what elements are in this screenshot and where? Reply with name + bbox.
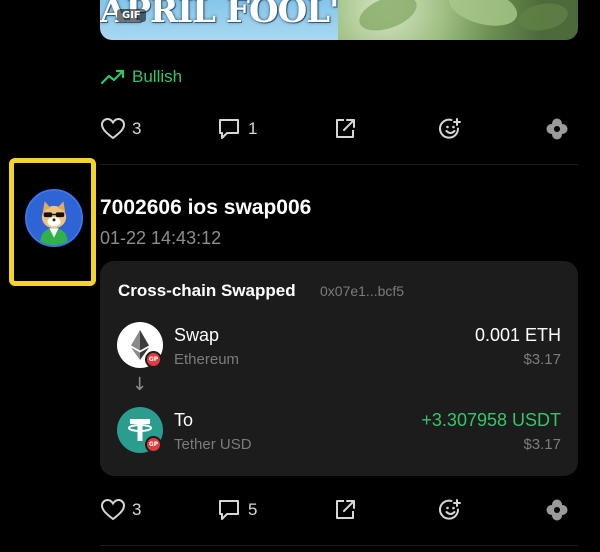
post-actions: 3 5: [100, 494, 578, 526]
clover-icon: [546, 118, 568, 140]
share-icon: [336, 500, 355, 519]
chain-badge-icon: GP: [145, 436, 162, 453]
swap-from-usd: $3.17: [523, 351, 561, 368]
gif-badge: GIF: [117, 9, 146, 22]
add-reaction-button[interactable]: [438, 497, 464, 523]
emoji-add-icon: [439, 499, 461, 520]
swap-card[interactable]: Cross-chain Swapped 0x07e1...bcf5 GP Swa…: [100, 261, 578, 476]
tip-button[interactable]: [544, 116, 570, 142]
like-button[interactable]: 3: [100, 116, 141, 142]
swap-from-amount: 0.001 ETH: [474, 325, 561, 345]
gif-right-panel: [338, 0, 578, 40]
shiba-avatar-icon: [27, 191, 81, 245]
comment-count: 5: [248, 500, 258, 519]
sentiment-label: Bullish: [132, 67, 183, 86]
share-button[interactable]: [332, 497, 358, 523]
post-media-gif[interactable]: APRIL FOOL'S DA GIF: [100, 0, 578, 40]
share-icon: [336, 119, 355, 138]
comment-button[interactable]: 5: [216, 497, 257, 523]
heart-icon: [100, 498, 126, 521]
swap-to-usd: $3.17: [523, 436, 561, 453]
like-count: 3: [132, 500, 142, 519]
gif-left-panel: APRIL FOOL'S DA GIF: [100, 0, 428, 40]
chain-badge-icon: GP: [145, 351, 162, 368]
transaction-hash[interactable]: 0x07e1...bcf5: [320, 283, 404, 299]
sentiment-tag: Bullish: [100, 67, 182, 87]
trend-up-icon: [100, 69, 125, 85]
post-timestamp: 01-22 14:43:12: [100, 228, 222, 248]
post-username[interactable]: 7002606 ios swap006: [100, 196, 311, 220]
comment-icon: [219, 119, 239, 139]
add-reaction-button[interactable]: [438, 116, 464, 142]
avatar[interactable]: [25, 189, 83, 247]
tip-button[interactable]: [544, 497, 570, 523]
swap-from-label: Swap: [174, 325, 220, 345]
post-divider: [100, 545, 578, 546]
heart-icon: [100, 117, 126, 140]
comment-count: 1: [248, 119, 258, 138]
swap-card-title: Cross-chain Swapped: [118, 281, 296, 300]
emoji-add-icon: [439, 118, 461, 139]
swap-to-chain: Tether USD: [174, 436, 252, 453]
swap-to-label: To: [174, 410, 194, 430]
share-button[interactable]: [332, 116, 358, 142]
like-count: 3: [132, 119, 142, 138]
swap-from-chain: Ethereum: [174, 351, 240, 368]
swap-direction-arrow-icon: ↓: [132, 374, 148, 395]
comment-icon: [219, 500, 239, 520]
comment-button[interactable]: 1: [216, 116, 257, 142]
prev-post-actions: 3 1: [100, 113, 578, 145]
clover-icon: [546, 499, 568, 521]
like-button[interactable]: 3: [100, 497, 141, 523]
swap-to-amount: +3.307958 USDT: [421, 410, 561, 430]
post-divider: [100, 164, 578, 165]
